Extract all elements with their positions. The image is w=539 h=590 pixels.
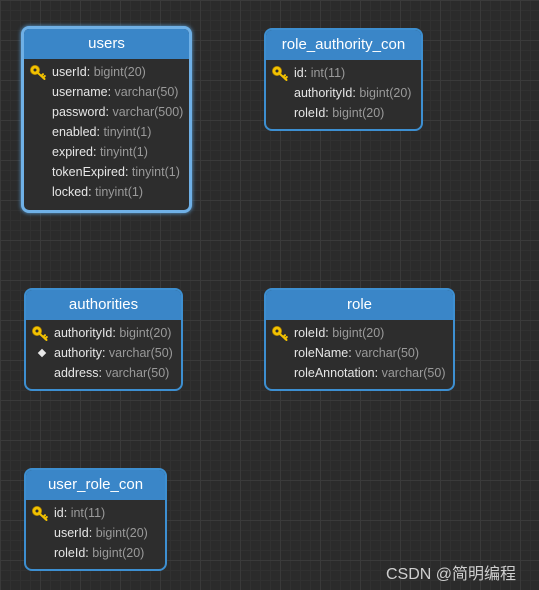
field-name: authorityId — [54, 326, 113, 340]
field-type: tinyint(1) — [99, 145, 148, 159]
field-name: roleId — [294, 326, 326, 340]
field-name: roleName — [294, 346, 349, 360]
field-row[interactable]: address: varchar(50) — [26, 363, 181, 383]
table-title: role_authority_con — [266, 30, 421, 60]
field-row[interactable]: userId: bigint(20) — [24, 62, 189, 82]
field-row[interactable]: roleId: bigint(20) — [26, 543, 165, 563]
table-title: role — [266, 290, 453, 320]
table-title: users — [24, 29, 189, 59]
field-name: userId — [52, 65, 87, 79]
field-row[interactable]: password: varchar(500) — [24, 102, 189, 122]
field-row[interactable]: expired: tinyint(1) — [24, 142, 189, 162]
primary-key-icon — [271, 325, 289, 341]
field-name: userId — [54, 526, 89, 540]
field-row[interactable]: id: int(11) — [266, 63, 421, 83]
field-type: varchar(50) — [381, 366, 446, 380]
field-row[interactable]: roleName: varchar(50) — [266, 343, 453, 363]
field-type: bigint(20) — [332, 326, 385, 340]
primary-key-icon — [31, 325, 49, 341]
field-name: enabled — [52, 125, 97, 139]
field-row[interactable]: roleId: bigint(20) — [266, 323, 453, 343]
table-role-authority-con[interactable]: role_authority_con id: int(11) authority… — [264, 28, 423, 131]
field-type: varchar(50) — [105, 366, 170, 380]
field-row[interactable]: roleAnnotation: varchar(50) — [266, 363, 453, 383]
field-row[interactable]: id: int(11) — [26, 503, 165, 523]
field-type: varchar(50) — [355, 346, 420, 360]
field-name: authorityId — [294, 86, 353, 100]
field-row[interactable]: roleId: bigint(20) — [266, 103, 421, 123]
field-type: bigint(20) — [93, 65, 146, 79]
field-type: varchar(500) — [112, 105, 184, 119]
table-authorities[interactable]: authorities authorityId: bigint(20) auth… — [24, 288, 183, 391]
field-name: roleId — [54, 546, 86, 560]
primary-key-icon — [271, 65, 289, 81]
table-users[interactable]: users userId: bigint(20) username: varch… — [21, 26, 192, 213]
field-name: roleAnnotation — [294, 366, 375, 380]
watermark: CSDN @简明编程 — [386, 566, 517, 583]
field-row[interactable]: tokenExpired: tinyint(1) — [24, 162, 189, 182]
field-name: locked — [52, 185, 89, 199]
field-name: id — [54, 506, 64, 520]
field-name: authority — [54, 346, 102, 360]
field-row[interactable]: enabled: tinyint(1) — [24, 122, 189, 142]
field-type: varchar(50) — [108, 346, 173, 360]
field-name: expired — [52, 145, 93, 159]
table-title: user_role_con — [26, 470, 165, 500]
index-diamond-icon — [37, 348, 47, 358]
table-title: authorities — [26, 290, 181, 320]
field-type: int(11) — [310, 66, 346, 80]
field-row[interactable]: userId: bigint(20) — [26, 523, 165, 543]
table-user-role-con[interactable]: user_role_con id: int(11) userId: bigint… — [24, 468, 167, 571]
field-name: password — [52, 105, 106, 119]
primary-key-icon — [29, 64, 47, 80]
field-row[interactable]: locked: tinyint(1) — [24, 182, 189, 202]
field-type: bigint(20) — [332, 106, 385, 120]
field-name: tokenExpired — [52, 165, 125, 179]
field-type: varchar(50) — [114, 85, 179, 99]
field-row[interactable]: authority: varchar(50) — [26, 343, 181, 363]
field-type: bigint(20) — [359, 86, 412, 100]
table-role[interactable]: role roleId: bigint(20) roleName: varcha… — [264, 288, 455, 391]
field-type: tinyint(1) — [103, 125, 152, 139]
field-row[interactable]: authorityId: bigint(20) — [266, 83, 421, 103]
field-name: id — [294, 66, 304, 80]
field-type: bigint(20) — [119, 326, 172, 340]
field-type: int(11) — [70, 506, 106, 520]
field-type: tinyint(1) — [131, 165, 180, 179]
field-name: address — [54, 366, 99, 380]
primary-key-icon — [31, 505, 49, 521]
field-name: roleId — [294, 106, 326, 120]
field-row[interactable]: authorityId: bigint(20) — [26, 323, 181, 343]
field-type: bigint(20) — [95, 526, 148, 540]
field-row[interactable]: username: varchar(50) — [24, 82, 189, 102]
field-type: tinyint(1) — [95, 185, 144, 199]
field-name: username — [52, 85, 108, 99]
field-type: bigint(20) — [92, 546, 145, 560]
